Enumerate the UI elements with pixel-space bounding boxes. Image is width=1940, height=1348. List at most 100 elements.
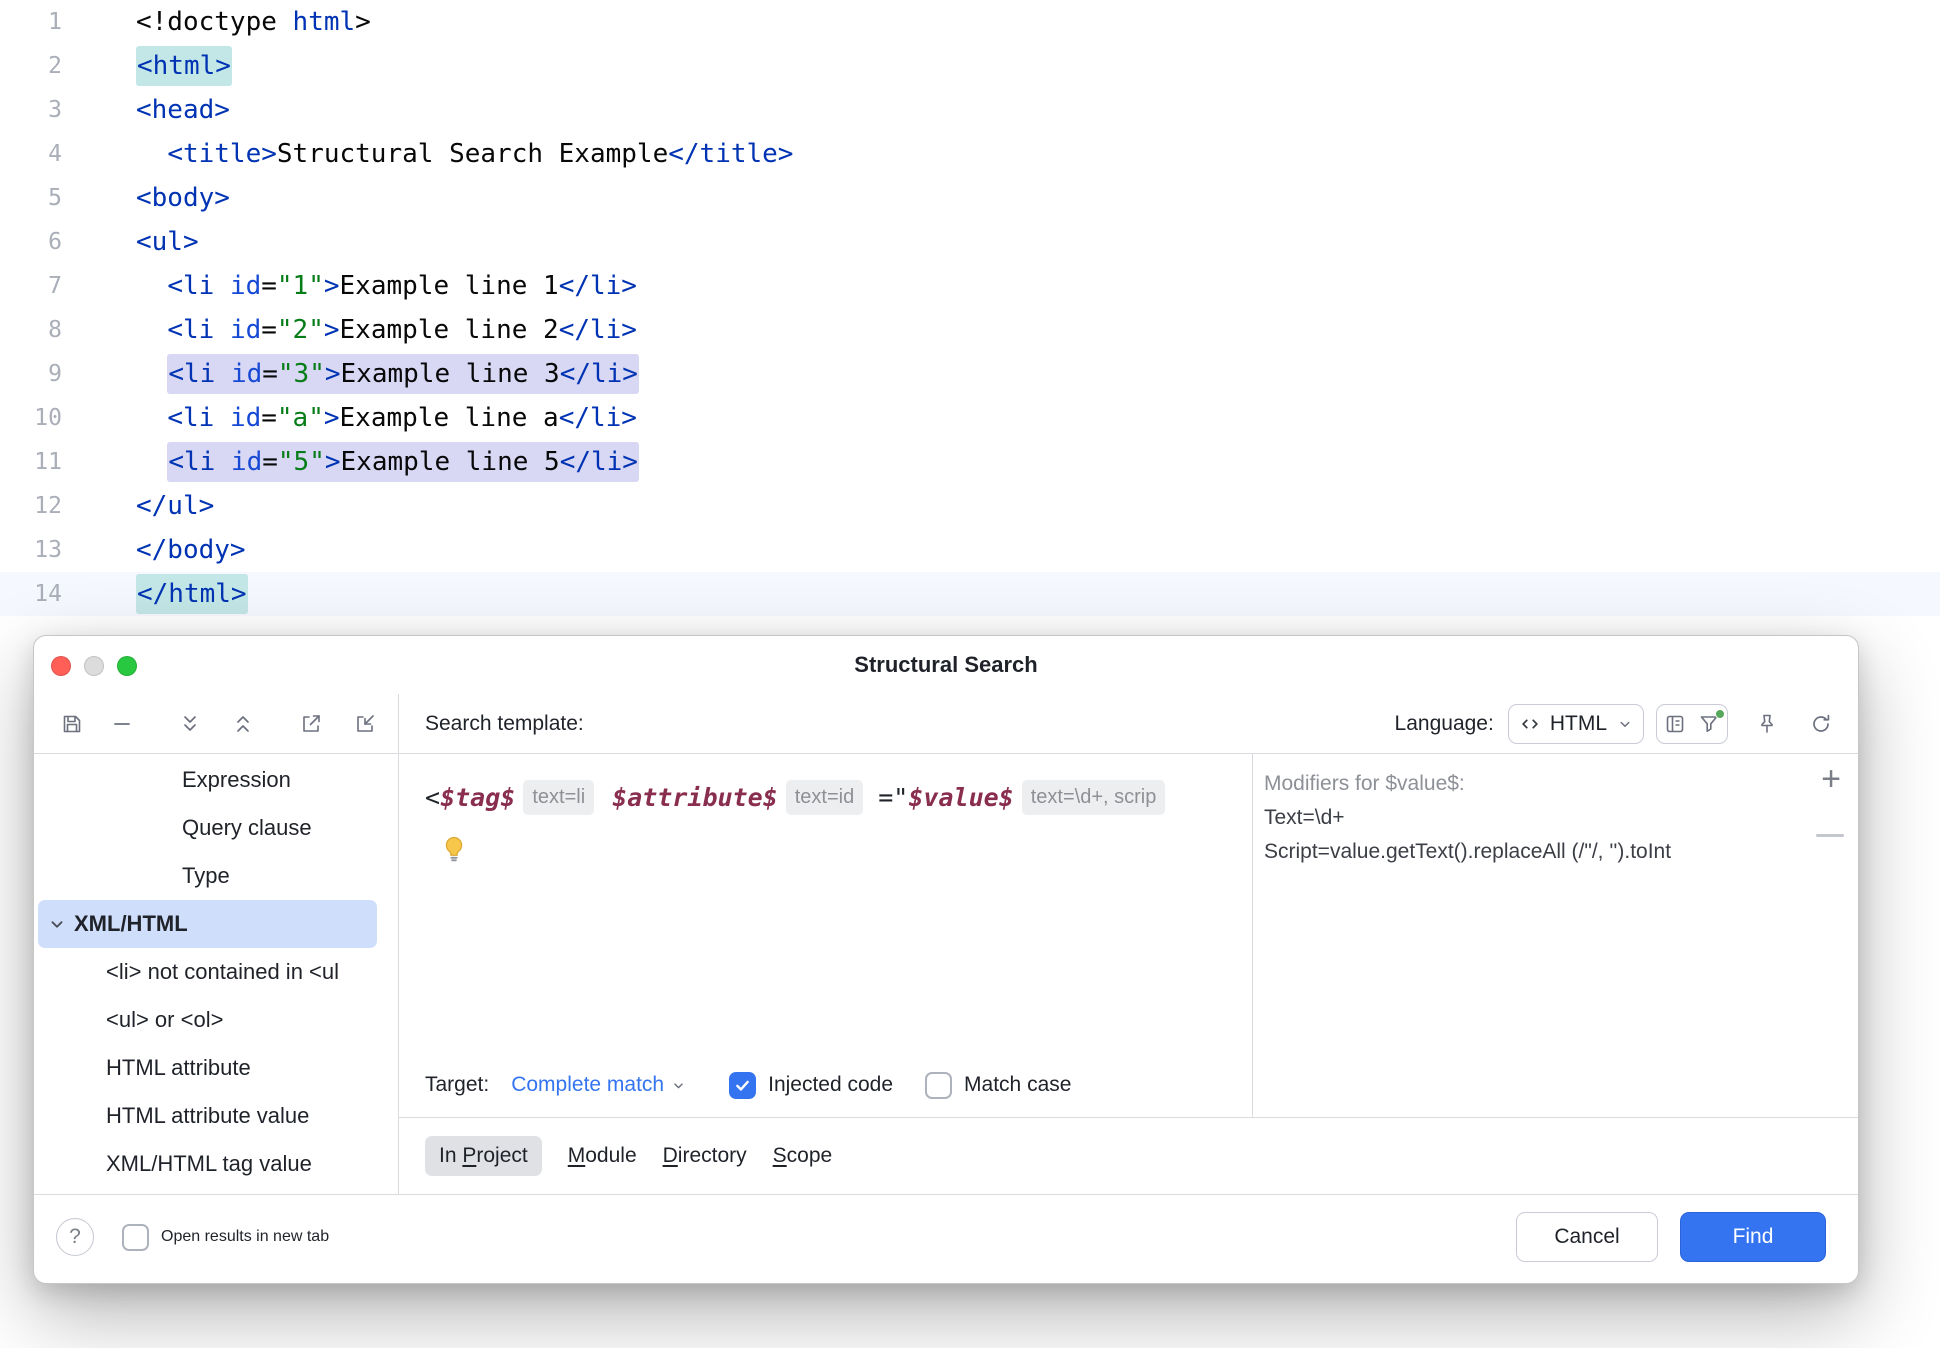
add-modifier-button[interactable]: + [1814,760,1848,798]
expand-all-icon [178,712,202,736]
code-line[interactable]: 7 <li id="1">Example line 1</li> [0,264,1940,308]
code-text: <html> [78,44,232,88]
save-template-button[interactable] [59,711,85,737]
code-line[interactable]: 12</ul> [0,484,1940,528]
templates-toolbar [34,694,399,753]
template-list-item[interactable]: HTML attribute value [34,1092,398,1140]
line-number: 8 [0,308,78,352]
search-match-highlight: <li id="3">Example line 3</li> [167,354,639,394]
chevron-down-icon [670,1077,687,1094]
code-line[interactable]: 8 <li id="2">Example line 2</li> [0,308,1940,352]
template-list-item[interactable]: <ul> or <ol> [34,996,398,1044]
save-icon [60,712,84,736]
template-list-item[interactable]: XML/HTML [38,900,377,948]
code-line[interactable]: 13</body> [0,528,1940,572]
code-line[interactable]: 1<!doctype html> [0,0,1940,44]
template-list-label: <ul> or <ol> [106,1007,223,1033]
match-case-checkbox[interactable] [925,1072,952,1099]
code-line[interactable]: 14 </html> [0,572,1940,616]
line-number: 4 [0,132,78,176]
line-number: 10 [0,396,78,440]
pin-icon [1755,712,1779,736]
injected-code-label: Injected code [768,1073,893,1097]
target-value: Complete match [511,1073,664,1097]
code-line[interactable]: 10 <li id="a">Example line a</li> [0,396,1940,440]
target-select[interactable]: Complete match [511,1073,687,1097]
import-template-button[interactable] [352,711,378,737]
filter-chip[interactable]: text=id [786,780,863,815]
template-list-item[interactable]: <li> not contained in <ul [34,948,398,996]
find-button[interactable]: Find [1680,1212,1826,1262]
language-value: HTML [1550,712,1607,736]
scrollbar-thumb[interactable] [1816,834,1844,837]
matching-tag-highlight: <html> [136,46,232,86]
injected-code-checkbox[interactable] [729,1072,756,1099]
search-template-editor[interactable]: <$tag$text=li$attribute$text=id ="$value… [399,754,1252,1053]
line-number: 9 [0,352,78,396]
code-line[interactable]: 6<ul> [0,220,1940,264]
zoom-window-button[interactable] [117,656,137,676]
scope-module[interactable]: Module [568,1144,637,1168]
dialog-footer: ? Open results in new tab Cancel Find [34,1194,1858,1283]
refresh-icon [1809,712,1833,736]
filter-active-dot [1715,709,1725,719]
code-line[interactable]: 2 <html> [0,44,1940,88]
matching-tag-highlight: </html> [136,574,248,614]
code-text: <li id="5">Example line 5</li> [78,440,639,484]
scope-directory[interactable]: Directory [663,1144,747,1168]
code-line[interactable]: 3<head> [0,88,1940,132]
code-text: </ul> [78,484,214,528]
language-select[interactable]: HTML [1508,704,1644,744]
remove-template-button[interactable] [109,711,135,737]
template-list-item[interactable]: HTML attribute [34,1044,398,1092]
html-code-icon [1519,713,1541,735]
collapse-all-button[interactable] [230,711,256,737]
existing-templates-sidebar: Expression Query clauseTypeXML/HTML<li> n… [34,754,399,1194]
filter-button[interactable] [1696,711,1722,737]
scope-scope[interactable]: Scope [773,1144,833,1168]
dialog-titlebar[interactable]: Structural Search [34,636,1858,694]
code-line[interactable]: 4 <title>Structural Search Example</titl… [0,132,1940,176]
check-icon [733,1076,752,1095]
export-arrow-icon [299,712,323,736]
search-template-input[interactable]: <$tag$text=li$attribute$text=id ="$value… [425,774,1252,820]
help-button[interactable]: ? [56,1218,94,1256]
structural-search-dialog: Structural Search Search template: [33,635,1859,1284]
line-number: 3 [0,88,78,132]
code-line[interactable]: 9 <li id="3">Example line 3</li> [0,352,1940,396]
existing-templates-button[interactable] [1662,711,1688,737]
template-list-item[interactable]: Query clause [34,804,398,852]
dialog-toolbar: Search template: Language: HTML [34,694,1858,754]
line-number: 2 [0,44,78,88]
template-list-item[interactable]: XML/HTML tag value [34,1140,398,1188]
code-text: <head> [78,88,230,132]
code-text: <li id="a">Example line a</li> [78,396,637,440]
pin-dialog-button[interactable] [1754,711,1780,737]
expand-all-button[interactable] [177,711,203,737]
code-line[interactable]: 5<body> [0,176,1940,220]
modifiers-panel: Modifiers for $value$: Text=\d+Script=va… [1252,754,1858,1117]
intention-bulb-icon[interactable] [439,834,469,864]
scope-in-project[interactable]: In Project [425,1136,542,1176]
modifier-line: Script=value.getText().replaceAll (/"/, … [1264,835,1802,869]
template-list-label: Expression [182,767,291,793]
code-line[interactable]: 11 <li id="5">Example line 5</li> [0,440,1940,484]
template-tools-group [1656,704,1728,744]
template-list: Expression Query clauseTypeXML/HTML<li> n… [34,756,398,1188]
template-list-item[interactable]: Type [34,852,398,900]
close-window-button[interactable] [51,656,71,676]
filter-chip[interactable]: text=\d+, scrip [1022,780,1166,815]
template-text: < [425,783,440,812]
code-text: <!doctype html> [78,0,371,44]
filter-chip[interactable]: text=li [523,780,594,815]
open-results-checkbox[interactable] [122,1224,149,1251]
template-variable[interactable]: $tag$ [440,783,515,812]
cancel-button[interactable]: Cancel [1516,1212,1658,1262]
export-template-button[interactable] [298,711,324,737]
template-variable[interactable]: $attribute$ [612,783,778,812]
line-number: 14 [0,572,78,616]
reset-button[interactable] [1808,711,1834,737]
template-list-item[interactable]: Expression [34,756,398,804]
template-variable[interactable]: $value$ [908,783,1013,812]
editor-lines: 1<!doctype html>2<html>3<head>4 <title>S… [0,0,1940,616]
